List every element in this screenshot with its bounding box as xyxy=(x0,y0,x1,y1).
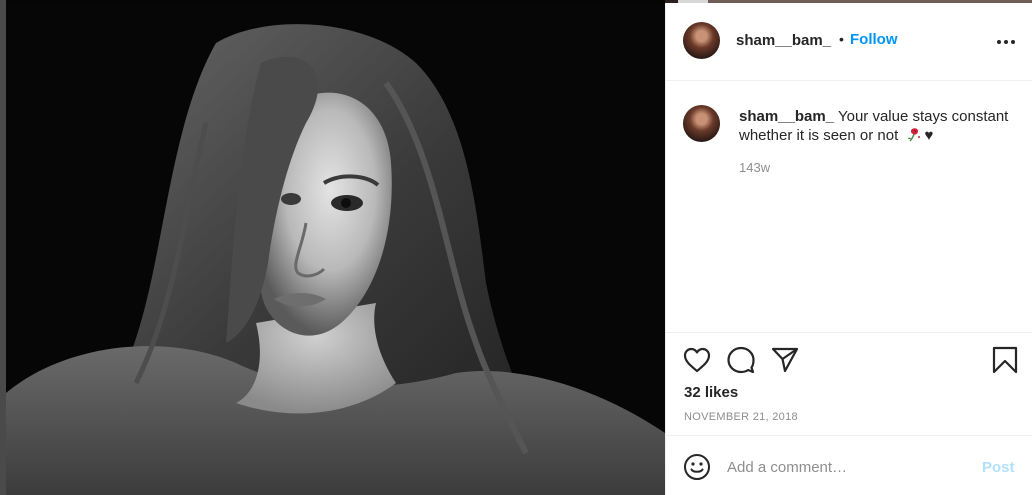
caption-username[interactable]: sham__bam_ xyxy=(739,108,834,125)
heart-outline-icon[interactable] xyxy=(683,347,711,373)
heart-emoji: ♥ xyxy=(924,127,934,144)
speech-bubble-icon[interactable] xyxy=(727,346,755,374)
action-section: 32 likes NOVEMBER 21, 2018 xyxy=(666,332,1032,436)
post-comment-button[interactable]: Post xyxy=(982,459,1015,476)
comment-input[interactable] xyxy=(727,456,977,478)
caption: sham__bam_ Your value stays constant whe… xyxy=(739,107,1014,145)
avatar[interactable] xyxy=(683,105,720,142)
wilted-rose-icon xyxy=(908,128,921,142)
post-sidebar: sham__bam_ • Follow sham__bam_ Your valu… xyxy=(665,3,1032,495)
caption-section: sham__bam_ Your value stays constant whe… xyxy=(666,81,1032,332)
bookmark-icon[interactable] xyxy=(992,346,1018,374)
post-date[interactable]: NOVEMBER 21, 2018 xyxy=(684,411,798,423)
smiley-icon[interactable] xyxy=(683,453,711,481)
header-separator: • xyxy=(839,31,844,47)
paper-plane-icon[interactable] xyxy=(771,347,799,373)
caption-timestamp[interactable]: 143w xyxy=(739,160,770,175)
author-username[interactable]: sham__bam_ xyxy=(736,32,831,49)
avatar[interactable] xyxy=(683,22,720,59)
comment-bar: Post xyxy=(666,435,1032,495)
post-photo[interactable] xyxy=(0,0,665,495)
likes-count[interactable]: 32 likes xyxy=(684,384,738,401)
more-horizontal-icon[interactable] xyxy=(997,31,1019,51)
portrait-illustration xyxy=(6,3,665,495)
post-header: sham__bam_ • Follow xyxy=(666,3,1032,81)
follow-button[interactable]: Follow xyxy=(850,31,898,48)
